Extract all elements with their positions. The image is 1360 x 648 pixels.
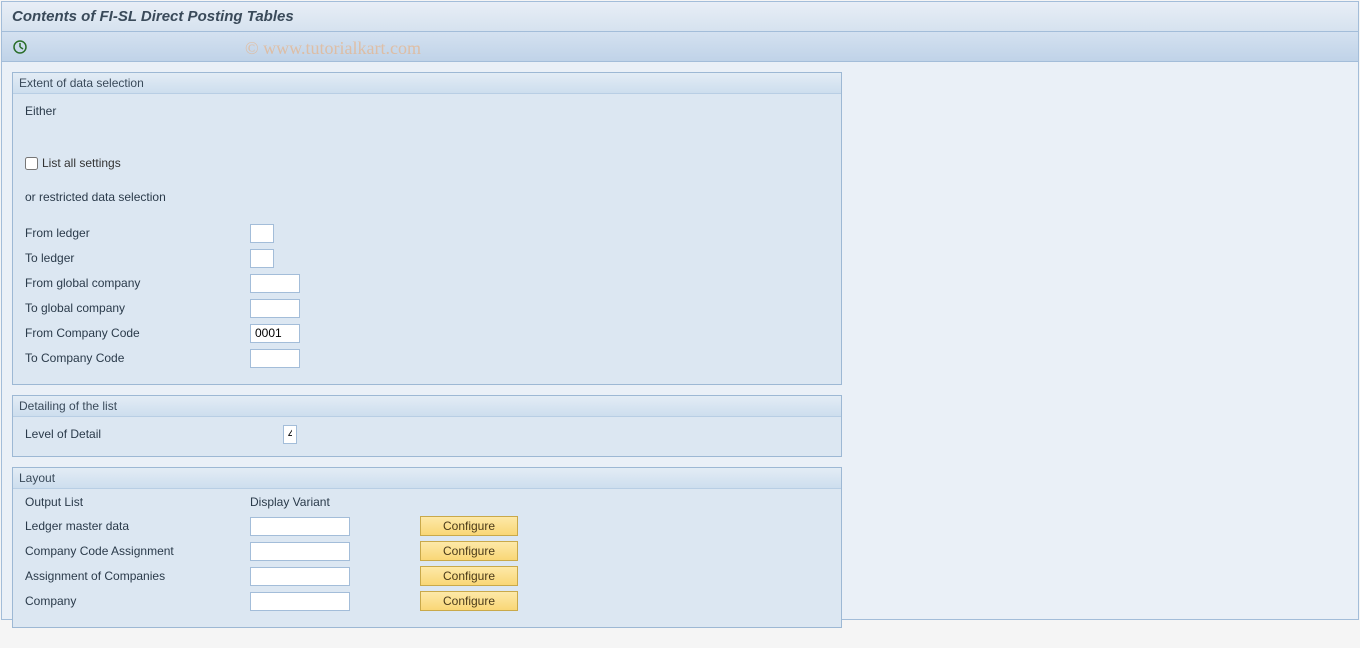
company-input[interactable] xyxy=(250,592,350,611)
section-header: Extent of data selection xyxy=(13,73,841,94)
from-global-company-input[interactable] xyxy=(250,274,300,293)
layout-row-ledger-master-data: Ledger master data Configure xyxy=(25,515,829,537)
from-company-code-input[interactable] xyxy=(250,324,300,343)
layout-row-label: Company Code Assignment xyxy=(25,544,250,558)
layout-row-label: Company xyxy=(25,594,250,608)
execute-button[interactable] xyxy=(10,37,30,57)
section-header: Layout xyxy=(13,468,841,489)
page-title: Contents of FI-SL Direct Posting Tables xyxy=(12,8,294,25)
to-company-code-input[interactable] xyxy=(250,349,300,368)
to-ledger-label: To ledger xyxy=(25,251,250,265)
from-global-company-label: From global company xyxy=(25,276,250,290)
clock-icon xyxy=(12,39,28,55)
assignment-of-companies-input[interactable] xyxy=(250,567,350,586)
display-variant-header: Display Variant xyxy=(250,495,420,509)
title-bar: Contents of FI-SL Direct Posting Tables xyxy=(2,2,1358,32)
to-ledger-input[interactable] xyxy=(250,249,274,268)
list-all-settings-label: List all settings xyxy=(42,156,121,170)
toolbar xyxy=(2,32,1358,62)
section-header: Detailing of the list xyxy=(13,396,841,417)
configure-button[interactable]: Configure xyxy=(420,591,518,611)
layout-row-company-code-assignment: Company Code Assignment Configure xyxy=(25,540,829,562)
window: Contents of FI-SL Direct Posting Tables … xyxy=(1,1,1359,620)
ledger-master-data-input[interactable] xyxy=(250,517,350,536)
from-ledger-label: From ledger xyxy=(25,226,250,240)
either-label: Either xyxy=(25,104,829,118)
content-area: Extent of data selection Either List all… xyxy=(2,62,1358,648)
detailing-of-the-list-panel: Detailing of the list Level of Detail xyxy=(12,395,842,457)
level-of-detail-label: Level of Detail xyxy=(25,427,283,441)
layout-row-label: Ledger master data xyxy=(25,519,250,533)
output-list-header: Output List xyxy=(25,495,250,509)
to-global-company-input[interactable] xyxy=(250,299,300,318)
configure-button[interactable]: Configure xyxy=(420,516,518,536)
to-company-code-label: To Company Code xyxy=(25,351,250,365)
layout-panel: Layout Output List Display Variant Ledge… xyxy=(12,467,842,628)
configure-button[interactable]: Configure xyxy=(420,541,518,561)
company-code-assignment-input[interactable] xyxy=(250,542,350,561)
list-all-settings-checkbox[interactable] xyxy=(25,157,38,170)
level-of-detail-input[interactable] xyxy=(283,425,297,444)
configure-button[interactable]: Configure xyxy=(420,566,518,586)
from-company-code-label: From Company Code xyxy=(25,326,250,340)
extent-of-data-selection-panel: Extent of data selection Either List all… xyxy=(12,72,842,385)
layout-row-label: Assignment of Companies xyxy=(25,569,250,583)
to-global-company-label: To global company xyxy=(25,301,250,315)
list-all-settings-row: List all settings xyxy=(25,156,829,170)
layout-row-company: Company Configure xyxy=(25,590,829,612)
from-ledger-input[interactable] xyxy=(250,224,274,243)
restricted-label: or restricted data selection xyxy=(25,190,829,204)
layout-row-assignment-of-companies: Assignment of Companies Configure xyxy=(25,565,829,587)
